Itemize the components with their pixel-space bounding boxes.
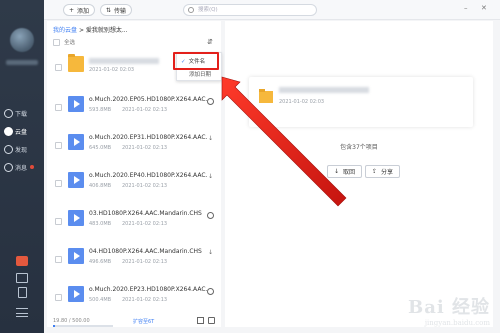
watermark: Bai 经验 jingyan.baidu.com bbox=[408, 297, 490, 327]
cloud-icon bbox=[4, 126, 13, 136]
list-item[interactable]: 04.HD1080P.X264.AAC.Mandarin.CHS 496.6MB… bbox=[47, 243, 221, 281]
play-icon[interactable] bbox=[207, 212, 214, 219]
file-size: 645.0MB bbox=[89, 145, 112, 151]
gift-icon[interactable] bbox=[16, 256, 28, 266]
download-icon[interactable]: ↓ bbox=[207, 250, 214, 257]
download-icon: ↓ bbox=[334, 168, 340, 175]
item-count: 包含37个项目 bbox=[340, 144, 378, 151]
list-item[interactable]: o.Much.2020.EP31.HD1080P.X264.AAC. 645.0… bbox=[47, 129, 221, 167]
message-icon bbox=[4, 162, 13, 172]
file-size: 406.8MB bbox=[89, 183, 112, 189]
storage-quota: 19.80 / 500.00 bbox=[53, 318, 90, 324]
sidebar-item-discover[interactable]: 发现 bbox=[4, 142, 42, 156]
folder-icon bbox=[259, 89, 273, 103]
folder-date: 2021-01-02 02:03 bbox=[279, 99, 325, 105]
download-icon bbox=[4, 108, 13, 118]
file-name bbox=[89, 58, 159, 64]
retrieve-button[interactable]: ↓ 取回 bbox=[327, 165, 363, 178]
play-icon[interactable] bbox=[207, 288, 214, 295]
transfer-arrows-icon: ⇅ bbox=[106, 6, 112, 14]
select-all-checkbox[interactable] bbox=[53, 38, 60, 46]
add-button[interactable]: + 添加 bbox=[63, 4, 96, 16]
close-icon[interactable]: ✕ bbox=[481, 4, 487, 12]
expand-storage-link[interactable]: 扩容至6T bbox=[133, 318, 154, 325]
share-icon: ⇪ bbox=[372, 168, 378, 175]
download-icon[interactable]: ↓ bbox=[207, 174, 214, 181]
minimize-icon[interactable]: – bbox=[464, 4, 468, 12]
avatar[interactable] bbox=[10, 28, 34, 52]
file-date: 2021-01-02 02:13 bbox=[122, 259, 168, 265]
search-icon bbox=[188, 7, 194, 13]
file-date: 2021-01-02 02:13 bbox=[122, 297, 168, 303]
video-icon bbox=[68, 248, 84, 264]
video-icon bbox=[68, 172, 84, 188]
unread-badge bbox=[30, 165, 35, 169]
folder-name bbox=[279, 87, 369, 93]
left-rail: 下载 云盘 发现 消息 bbox=[0, 0, 44, 333]
file-name: o.Much.2020.EP31.HD1080P.X264.AAC. bbox=[89, 134, 208, 141]
file-size: 496.6MB bbox=[89, 259, 112, 265]
list-item[interactable]: o.Much.2020.EP23.HD1080P.X264.AAC. 500.4… bbox=[47, 281, 221, 319]
sidebar-item-messages[interactable]: 消息 bbox=[4, 160, 42, 174]
transfer-button[interactable]: ⇅ 传输 bbox=[100, 4, 133, 16]
play-icon[interactable] bbox=[207, 98, 214, 105]
user-name bbox=[6, 60, 38, 65]
file-name: 04.HD1080P.X264.AAC.Mandarin.CHS bbox=[89, 248, 202, 255]
file-date: 2021-01-02 02:13 bbox=[122, 183, 168, 189]
row-checkbox[interactable] bbox=[55, 104, 62, 111]
list-item[interactable]: o.Much.2020.EP40.HD1080P.X264.AAC. 406.8… bbox=[47, 167, 221, 205]
row-checkbox[interactable] bbox=[55, 294, 62, 301]
file-name: o.Much.2020.EP23.HD1080P.X264.AAC. bbox=[89, 286, 208, 293]
search-input[interactable]: 搜索(Q) bbox=[183, 4, 317, 16]
tv-icon[interactable] bbox=[16, 273, 28, 283]
row-checkbox[interactable] bbox=[55, 180, 62, 187]
row-checkbox[interactable] bbox=[55, 64, 62, 71]
compass-icon bbox=[4, 144, 13, 154]
storage-footer: 19.80 / 500.00 扩容至6T bbox=[47, 316, 221, 327]
breadcrumb-root[interactable]: 我的云盘 bbox=[53, 27, 77, 34]
detail-pane: 2021-01-02 02:03 包含37个项目 ↓ 取回 ⇪ 分享 bbox=[225, 21, 493, 327]
row-checkbox[interactable] bbox=[55, 218, 62, 225]
file-date: 2021-01-02 02:13 bbox=[122, 107, 168, 113]
file-size: 500.4MB bbox=[89, 297, 112, 303]
file-name: o.Much.2020.EP40.HD1080P.X264.AAC. bbox=[89, 172, 208, 179]
list-item[interactable]: 03.HD1080P.X264.AAC.Mandarin.CHS 483.0MB… bbox=[47, 205, 221, 243]
plus-icon: + bbox=[69, 6, 75, 14]
storage-bar bbox=[53, 325, 113, 327]
video-icon bbox=[68, 210, 84, 226]
select-all[interactable]: 全选 bbox=[53, 38, 75, 46]
video-icon bbox=[68, 134, 84, 150]
row-checkbox[interactable] bbox=[55, 142, 62, 149]
sort-icon[interactable]: ⇵ bbox=[207, 38, 213, 46]
folder-icon bbox=[68, 54, 84, 72]
breadcrumb-current: 爱我就别想太... bbox=[85, 27, 128, 34]
top-toolbar: + 添加 ⇅ 传输 搜索(Q) – ✕ bbox=[44, 0, 500, 20]
file-name: o.Much.2020.EP05.HD1080P.X264.AAC. bbox=[89, 96, 208, 103]
phone-icon[interactable] bbox=[18, 287, 27, 298]
sidebar-item-cloud[interactable]: 云盘 bbox=[4, 124, 42, 138]
sort-option-date-added[interactable]: 添加日期 bbox=[189, 70, 229, 78]
download-icon[interactable]: ↓ bbox=[207, 136, 214, 143]
highlight-box bbox=[173, 52, 219, 70]
folder-card: 2021-01-02 02:03 bbox=[249, 77, 473, 127]
video-icon bbox=[68, 96, 84, 112]
list-item[interactable]: o.Much.2020.EP05.HD1080P.X264.AAC. 593.8… bbox=[47, 91, 221, 129]
external-link-icon[interactable] bbox=[197, 317, 204, 324]
file-date: 2021-01-02 02:13 bbox=[122, 221, 168, 227]
breadcrumb: 我的云盘 > 爱我就别想太... bbox=[53, 27, 128, 34]
row-checkbox[interactable] bbox=[55, 256, 62, 263]
file-date: 2021-01-02 02:13 bbox=[122, 145, 168, 151]
sidebar-item-download[interactable]: 下载 bbox=[4, 106, 42, 120]
menu-icon[interactable] bbox=[16, 308, 28, 317]
video-icon bbox=[68, 286, 84, 302]
share-button[interactable]: ⇪ 分享 bbox=[365, 165, 401, 178]
trash-icon[interactable] bbox=[208, 317, 215, 324]
file-date: 2021-01-02 02:03 bbox=[89, 67, 135, 73]
file-name: 03.HD1080P.X264.AAC.Mandarin.CHS bbox=[89, 210, 202, 217]
file-size: 593.8MB bbox=[89, 107, 112, 113]
file-size: 483.0MB bbox=[89, 221, 112, 227]
